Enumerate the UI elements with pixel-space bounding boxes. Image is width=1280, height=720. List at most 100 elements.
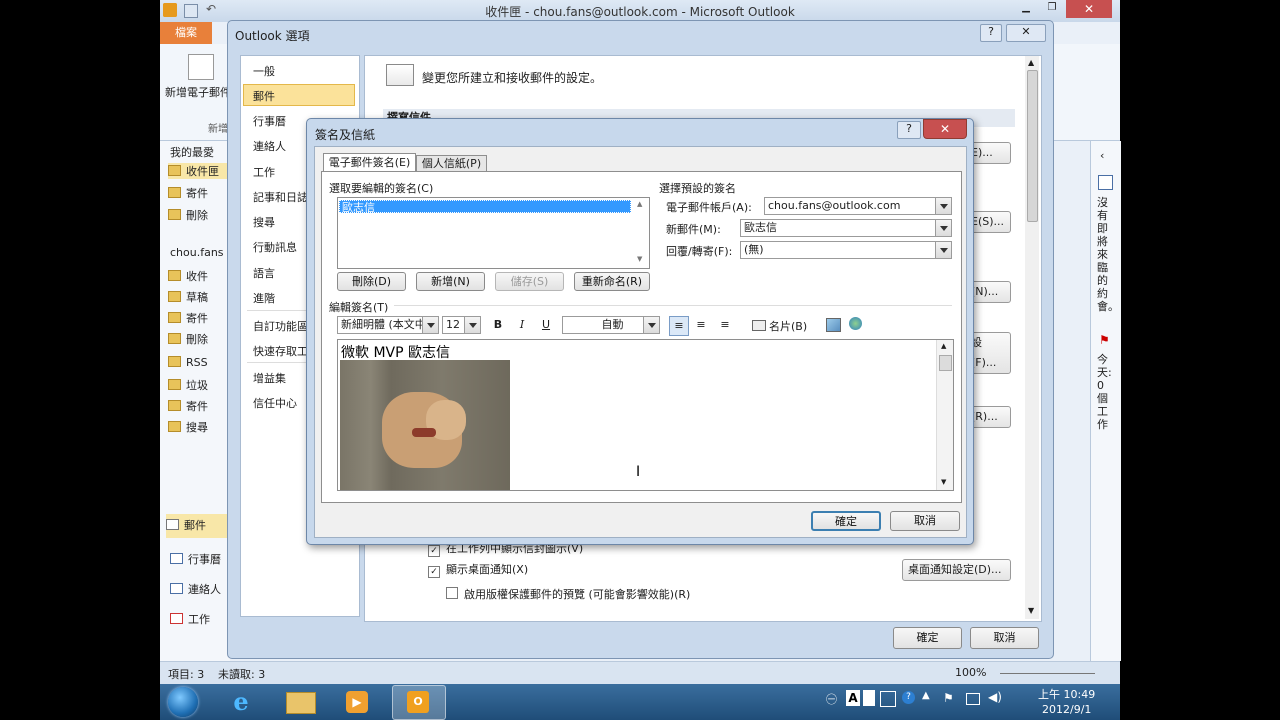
list-scroll-up-icon[interactable]: ▲: [637, 200, 642, 208]
category-contacts[interactable]: 連絡人: [253, 138, 286, 154]
checkbox-icon[interactable]: [446, 587, 458, 599]
file-tab[interactable]: 檔案: [160, 22, 212, 44]
signature-editor[interactable]: 微軟 MVP 歐志信 ▲ ▼ I: [337, 339, 954, 491]
dropdown-arrow-icon[interactable]: [464, 317, 480, 333]
nav-fav-item[interactable]: 寄件: [168, 185, 208, 201]
ime-keyboard-icon[interactable]: [880, 691, 896, 707]
font-size-select[interactable]: 12: [442, 316, 481, 334]
nav-contacts[interactable]: 連絡人: [170, 581, 221, 597]
clock-time[interactable]: 上午 10:49: [1038, 686, 1095, 702]
scroll-thumb[interactable]: [1027, 70, 1038, 222]
save-signature-button[interactable]: 儲存(S): [495, 272, 564, 291]
new-messages-select[interactable]: 歐志信: [740, 219, 952, 237]
font-select[interactable]: 新細明體 (本文中: [337, 316, 439, 334]
maximize-button[interactable]: ❐: [1042, 2, 1062, 18]
new-email-label[interactable]: 新增電子郵件: [165, 84, 231, 100]
checkbox-icon[interactable]: ✓: [428, 545, 440, 557]
chevron-left-icon[interactable]: ‹: [1100, 149, 1104, 162]
nav-calendar[interactable]: 行事曆: [170, 551, 221, 567]
business-card-button[interactable]: 名片(B): [752, 318, 807, 334]
scroll-thumb[interactable]: [939, 355, 952, 371]
delete-signature-button[interactable]: 刪除(D): [337, 272, 406, 291]
new-signature-button[interactable]: 新增(N): [416, 272, 485, 291]
scroll-down-icon[interactable]: ▼: [941, 478, 946, 486]
signature-list[interactable]: 歐志信 ▲ ▼: [337, 197, 650, 269]
explorer-icon[interactable]: [286, 692, 316, 714]
send-receive-icon[interactable]: [184, 4, 198, 18]
tray-expand-icon[interactable]: ▲: [922, 690, 930, 701]
options-ok-button[interactable]: 確定: [893, 627, 962, 649]
outlook-taskbar-button[interactable]: O: [392, 685, 446, 720]
new-email-icon[interactable]: [188, 54, 214, 80]
ime-mode[interactable]: A: [846, 690, 860, 706]
dropdown-arrow-icon[interactable]: [422, 317, 438, 333]
checkbox-icon[interactable]: ✓: [428, 566, 440, 578]
align-center-icon[interactable]: ≡: [694, 318, 708, 332]
nav-tasks[interactable]: 工作: [170, 611, 210, 627]
nav-fav-item[interactable]: 收件匣: [168, 163, 230, 179]
nav-folder[interactable]: 刪除: [168, 331, 208, 347]
underline-button[interactable]: U: [539, 318, 553, 332]
category-general[interactable]: 一般: [253, 63, 275, 79]
scroll-up-icon[interactable]: ▲: [1028, 58, 1034, 67]
network-icon[interactable]: [966, 693, 980, 705]
nav-folder[interactable]: 收件: [168, 268, 208, 284]
signature-ok-button[interactable]: 確定: [811, 511, 881, 531]
dropdown-arrow-icon[interactable]: [935, 220, 951, 236]
bold-button[interactable]: B: [491, 318, 505, 332]
zoom-slider[interactable]: [1000, 673, 1095, 674]
list-scroll-down-icon[interactable]: ▼: [637, 255, 642, 263]
category-mail-label[interactable]: 郵件: [253, 88, 275, 104]
options-close-button[interactable]: ✕: [1006, 24, 1046, 42]
editor-scrollbar[interactable]: ▲ ▼: [936, 340, 953, 490]
nav-folder[interactable]: 寄件: [168, 310, 208, 326]
category-language[interactable]: 語言: [253, 265, 275, 281]
options-scrollbar[interactable]: ▲ ▼: [1025, 56, 1039, 619]
volume-icon[interactable]: ◀): [988, 690, 1002, 704]
options-cancel-button[interactable]: 取消: [970, 627, 1039, 649]
signature-cancel-button[interactable]: 取消: [890, 511, 960, 531]
nav-favorites[interactable]: 我的最愛: [170, 144, 214, 160]
scroll-down-icon[interactable]: ▼: [1028, 606, 1034, 615]
align-left-icon[interactable]: ≡: [669, 316, 689, 336]
rename-signature-button[interactable]: 重新命名(R): [574, 272, 650, 291]
category-trust-center[interactable]: 信任中心: [253, 395, 297, 411]
font-color-select[interactable]: 自動: [562, 316, 660, 334]
nav-folder[interactable]: 垃圾: [168, 377, 208, 393]
signature-editor-text[interactable]: 微軟 MVP 歐志信: [341, 342, 450, 362]
option-enable-preview[interactable]: 啟用版權保護郵件的預覽 (可能會影響效能)(R): [446, 586, 690, 602]
category-advanced[interactable]: 進階: [253, 290, 275, 306]
ime-width-icon[interactable]: [863, 690, 875, 706]
media-player-icon[interactable]: ▶: [346, 691, 368, 713]
nav-folder[interactable]: RSS: [168, 356, 208, 369]
category-notes[interactable]: 記事和日誌: [253, 189, 308, 205]
signature-close-button[interactable]: ✕: [923, 119, 967, 139]
category-mobile[interactable]: 行動訊息: [253, 239, 297, 255]
insert-picture-icon[interactable]: [826, 318, 841, 332]
reply-forward-select[interactable]: (無): [740, 241, 952, 259]
category-tasks[interactable]: 工作: [253, 164, 275, 180]
ie-icon[interactable]: e: [228, 689, 254, 715]
close-button[interactable]: ✕: [1066, 0, 1112, 18]
category-calendar[interactable]: 行事曆: [253, 113, 286, 129]
start-button[interactable]: [168, 687, 198, 717]
nav-folder[interactable]: 寄件: [168, 398, 208, 414]
minimize-button[interactable]: ▁: [1016, 2, 1036, 18]
category-search[interactable]: 搜尋: [253, 214, 275, 230]
clock-date[interactable]: 2012/9/1: [1042, 703, 1091, 716]
desktop-alert-settings-button[interactable]: 桌面通知設定(D)...: [902, 559, 1011, 581]
category-addins[interactable]: 增益集: [253, 370, 286, 386]
options-help-button[interactable]: ?: [980, 24, 1002, 42]
nav-account[interactable]: chou.fans: [170, 246, 224, 259]
signature-list-item[interactable]: 歐志信: [339, 200, 631, 214]
scroll-up-icon[interactable]: ▲: [941, 342, 946, 350]
italic-button[interactable]: I: [515, 318, 529, 332]
dropdown-arrow-icon[interactable]: [935, 198, 951, 214]
nav-fav-item[interactable]: 刪除: [168, 207, 208, 223]
help-icon[interactable]: ?: [902, 691, 915, 704]
nav-folder[interactable]: 草稿: [168, 289, 208, 305]
undo-icon[interactable]: ↶: [206, 2, 216, 16]
nav-mail[interactable]: 郵件: [166, 514, 230, 538]
align-right-icon[interactable]: ≡: [718, 318, 732, 332]
action-center-flag-icon[interactable]: ⚑: [943, 691, 954, 705]
